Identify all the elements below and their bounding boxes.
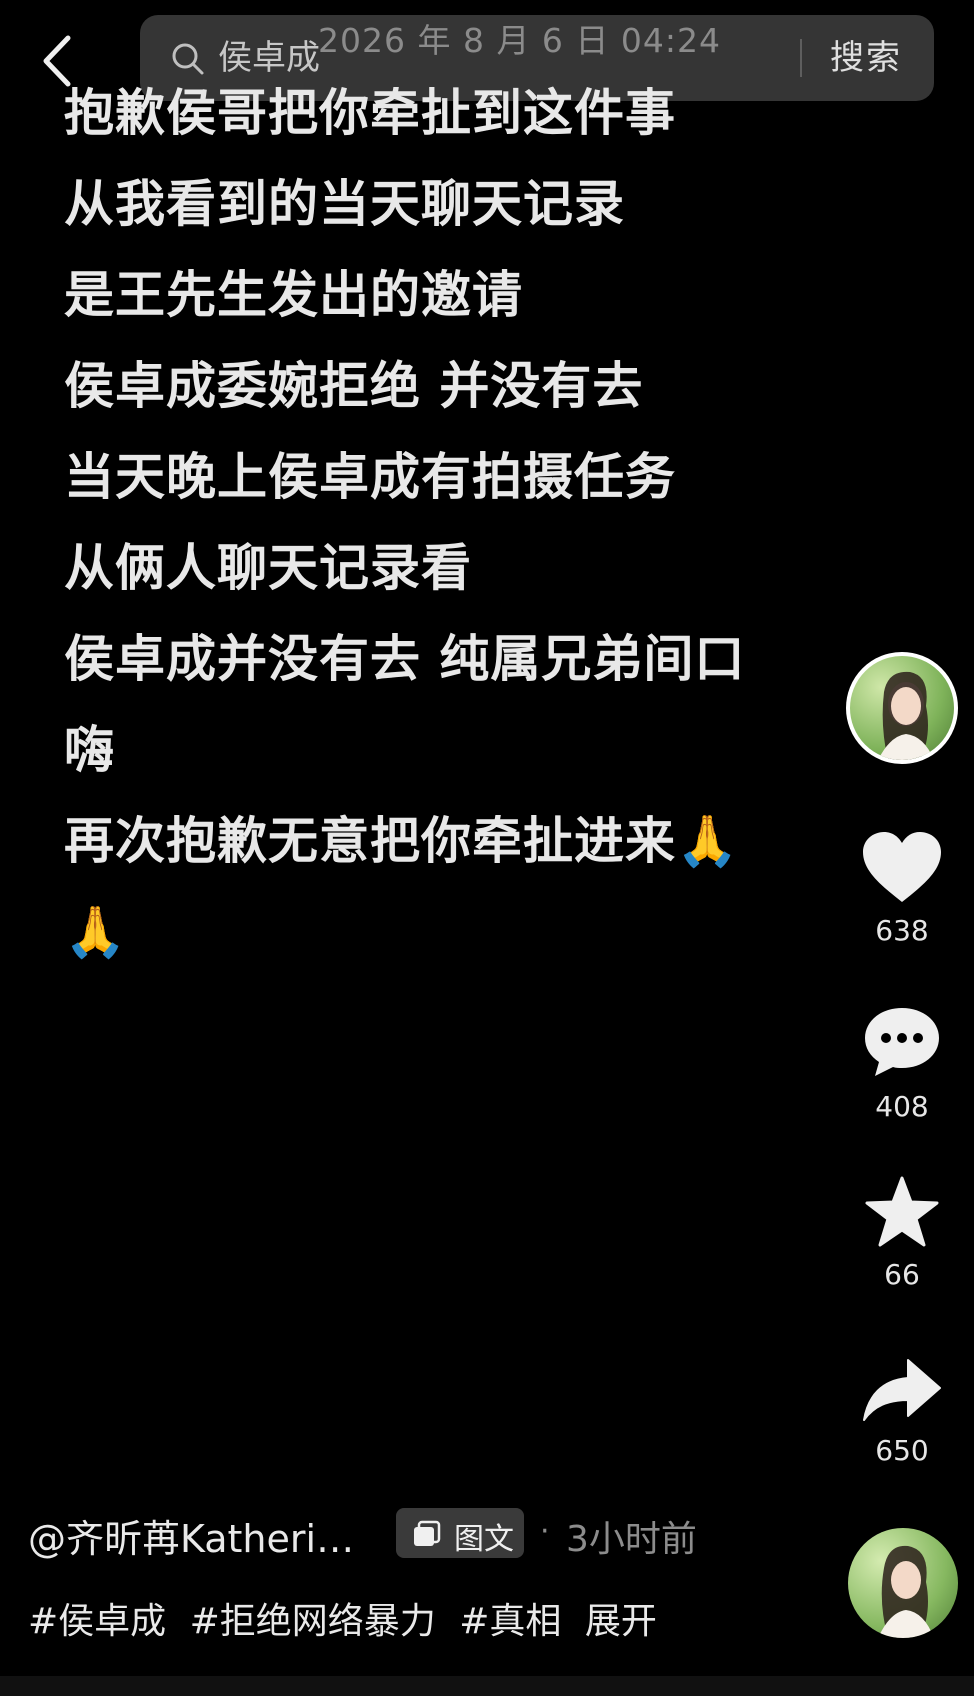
like-count: 638: [875, 914, 929, 947]
hashtag-link[interactable]: #侯卓成: [28, 1601, 166, 1642]
post-line: 从俩人聊天记录看: [64, 539, 472, 597]
comment-button[interactable]: 408: [846, 1004, 958, 1123]
post-type-badge: 图文: [396, 1508, 524, 1558]
date-watermark: 2026 年 8 月 6 日 04:24: [318, 21, 722, 60]
meta-separator: ·: [540, 1514, 550, 1549]
music-avatar[interactable]: [848, 1528, 958, 1638]
share-button[interactable]: 650: [846, 1356, 958, 1467]
post-time: 3小时前: [566, 1519, 697, 1560]
hashtag-link[interactable]: #真相: [459, 1601, 561, 1642]
post-line: 从我看到的当天聊天记录: [64, 175, 625, 233]
share-icon: [863, 1359, 941, 1421]
expand-link[interactable]: 展开: [585, 1601, 657, 1642]
post-line: 是王先生发出的邀请: [64, 266, 523, 324]
post-type-label: 图文: [454, 1522, 514, 1557]
author-avatar[interactable]: [846, 652, 958, 764]
post-line: 抱歉侯哥把你牵扯到这件事: [64, 84, 676, 142]
hashtag-link[interactable]: #拒绝网络暴力: [190, 1601, 436, 1642]
favorite-count: 66: [884, 1258, 920, 1291]
image-text-icon: [414, 1520, 441, 1546]
share-count: 650: [875, 1434, 929, 1467]
heart-icon: [863, 832, 941, 902]
post-line: 侯卓成并没有去 纯属兄弟间口: [64, 630, 746, 688]
favorite-button[interactable]: 66: [846, 1176, 958, 1291]
comment-icon: [865, 1008, 939, 1076]
post-line: 嗨: [64, 721, 115, 779]
post-text: 抱歉侯哥把你牵扯到这件事 从我看到的当天聊天记录 是王先生发出的邀请 侯卓成委婉…: [64, 68, 864, 978]
author-name[interactable]: @齐昕苒Katheri…: [28, 1508, 354, 1563]
post-line: 再次抱歉无意把你牵扯进来🙏: [64, 812, 740, 870]
avatar-portrait: [878, 1545, 934, 1638]
star-icon: [865, 1176, 939, 1247]
bottom-edge: [0, 1676, 974, 1696]
post-line: 当天晚上侯卓成有拍摄任务: [64, 448, 676, 506]
post-line: 侯卓成委婉拒绝 并没有去: [64, 357, 644, 415]
like-button[interactable]: 638: [846, 830, 958, 947]
avatar-portrait: [878, 671, 934, 760]
post-screen: 侯卓成 搜索 2026 年 8 月 6 日 04:24 抱歉侯哥把你牵扯到这件事…: [0, 0, 974, 1696]
post-line: 🙏: [64, 903, 128, 961]
comment-count: 408: [875, 1090, 929, 1123]
hashtag-row: #侯卓成 #拒绝网络暴力 #真相 展开: [28, 1592, 669, 1644]
